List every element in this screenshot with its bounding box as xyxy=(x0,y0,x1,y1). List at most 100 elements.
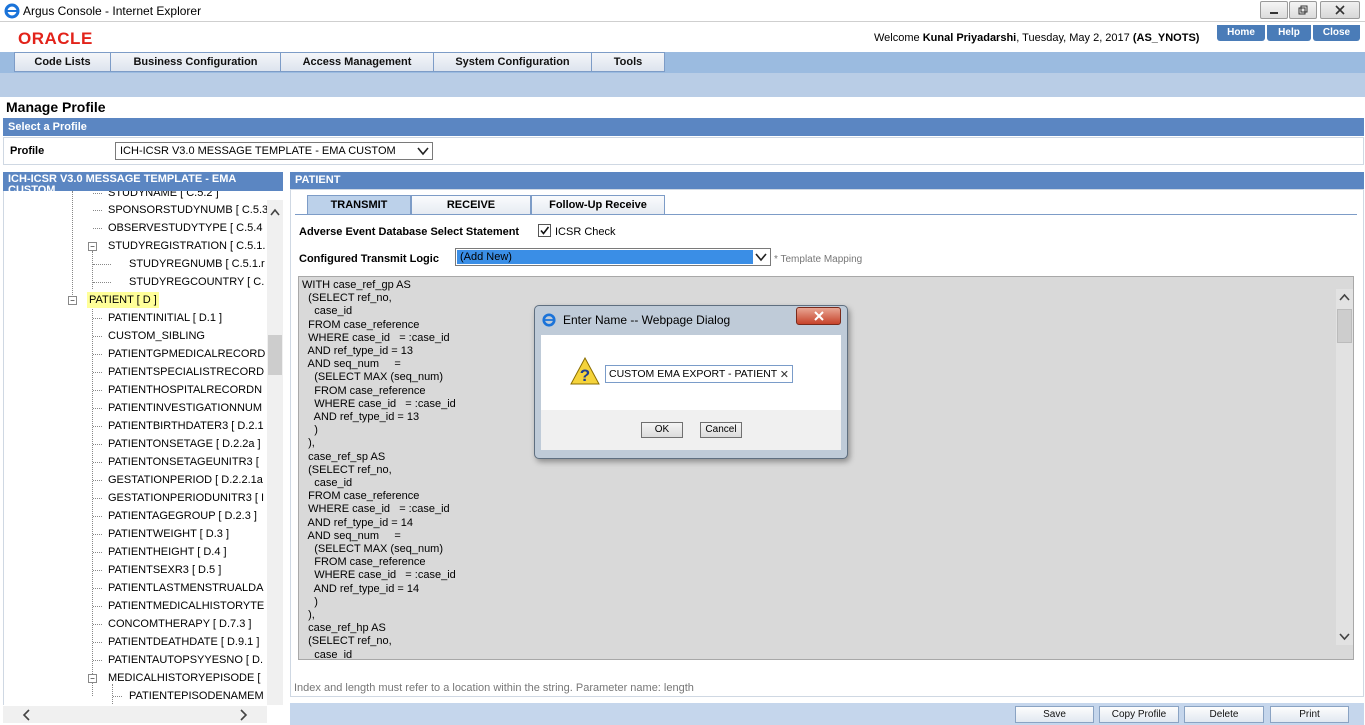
close-icon xyxy=(1335,5,1345,15)
save-button[interactable]: Save xyxy=(1015,706,1094,723)
scroll-left-icon[interactable] xyxy=(21,709,31,721)
tree-node[interactable]: GESTATIONPERIODUNITR3 [ I xyxy=(93,490,266,506)
tree-node[interactable]: PATIENTLASTMENSTRUALDA xyxy=(93,580,265,596)
ae-select-statement-label: Adverse Event Database Select Statement xyxy=(299,226,520,238)
collapse-icon[interactable]: − xyxy=(88,242,97,251)
welcome-date: , Tuesday, May 2, 2017 xyxy=(1016,32,1133,44)
restore-button[interactable] xyxy=(1289,1,1317,19)
collapse-icon[interactable]: − xyxy=(88,674,97,683)
internet-explorer-icon xyxy=(542,313,556,327)
print-button[interactable]: Print xyxy=(1270,706,1349,723)
tree-node[interactable]: PATIENTHEIGHT [ D.4 ] xyxy=(93,544,229,560)
scroll-up-icon[interactable] xyxy=(270,208,280,216)
tree-node[interactable]: GESTATIONPERIOD [ D.2.2.1a xyxy=(93,472,265,488)
scroll-up-icon[interactable] xyxy=(1339,293,1350,301)
window-close-button[interactable] xyxy=(1320,1,1360,19)
checkmark-icon xyxy=(540,226,550,235)
menu-system-configuration[interactable]: System Configuration xyxy=(433,52,592,72)
tree-node-selected[interactable]: − PATIENT [ D ] xyxy=(68,292,159,308)
tree-node[interactable]: OBSERVESTUDYTYPE [ C.5.4 xyxy=(93,220,264,236)
tree-node[interactable]: − STUDYREGISTRATION [ C.5.1. xyxy=(88,238,267,254)
sql-line: FROM case_reference xyxy=(302,490,420,503)
cancel-button[interactable]: Cancel xyxy=(700,422,742,438)
tree-node[interactable]: STUDYREGNUMB [ C.5.1.r xyxy=(93,256,267,272)
menu-business-configuration[interactable]: Business Configuration xyxy=(110,52,281,72)
tree-node[interactable]: PATIENTHOSPITALRECORDN xyxy=(93,382,264,398)
sql-line: (SELECT MAX (seq_num) xyxy=(302,371,444,384)
profile-select-value: ICH-ICSR V3.0 MESSAGE TEMPLATE - EMA CUS… xyxy=(120,145,396,157)
sub-menu-bar xyxy=(0,73,1365,97)
tree-node[interactable]: STUDYREGCOUNTRY [ C. xyxy=(93,274,266,290)
welcome-text: Welcome Kunal Priyadarshi, Tuesday, May … xyxy=(874,32,1199,44)
ok-button[interactable]: OK xyxy=(641,422,683,438)
sql-line: case_id xyxy=(302,477,353,490)
menu-tools[interactable]: Tools xyxy=(591,52,665,72)
sql-line: WHERE case_id = :case_id xyxy=(302,503,450,516)
close-icon xyxy=(813,311,824,321)
tree-node[interactable]: PATIENTINVESTIGATIONNUM xyxy=(93,400,264,416)
sql-line: ) xyxy=(302,595,318,608)
sql-line: ), xyxy=(302,609,315,622)
scroll-thumb[interactable] xyxy=(1337,309,1352,343)
close-link[interactable]: Close xyxy=(1313,25,1360,41)
tree-node[interactable]: PATIENTWEIGHT [ D.3 ] xyxy=(93,526,231,542)
menu-access-management[interactable]: Access Management xyxy=(280,52,434,72)
tab-follow-up-receive[interactable]: Follow-Up Receive xyxy=(531,195,665,215)
welcome-prefix: Welcome xyxy=(874,32,923,44)
tree-node[interactable]: STUDYNAME [ C.5.2 ] xyxy=(93,191,221,201)
tree-node[interactable]: PATIENTBIRTHDATER3 [ D.2.1 xyxy=(93,418,266,434)
tree-node[interactable]: − MEDICALHISTORYEPISODE [ xyxy=(88,670,262,686)
tree-node[interactable]: CONCOMTHERAPY [ D.7.3 ] xyxy=(93,616,253,632)
scroll-thumb[interactable] xyxy=(268,335,282,375)
tree-node[interactable]: SPONSORSTUDYNUMB [ C.5.3 xyxy=(93,202,267,218)
tree-node[interactable]: PATIENTEPISODENAMEM xyxy=(113,688,266,704)
tree-vertical-scrollbar[interactable] xyxy=(267,200,283,705)
tree-guide-line xyxy=(72,191,73,301)
tree-guide-line xyxy=(92,251,93,289)
collapse-icon[interactable]: − xyxy=(68,296,77,305)
tab-receive[interactable]: RECEIVE xyxy=(411,195,531,215)
sql-line: WHERE case_id = :case_id xyxy=(302,397,456,410)
sql-line: (SELECT ref_no, xyxy=(302,463,392,476)
tree-node[interactable]: PATIENTSEXR3 [ D.5 ] xyxy=(93,562,223,578)
delete-button[interactable]: Delete xyxy=(1184,706,1264,723)
tree-horizontal-scrollbar[interactable] xyxy=(3,706,267,723)
sql-line: WITH case_ref_gp AS xyxy=(302,279,411,291)
profile-select[interactable]: ICH-ICSR V3.0 MESSAGE TEMPLATE - EMA CUS… xyxy=(115,142,433,160)
template-mapping-note: * Template Mapping xyxy=(774,254,863,265)
icsr-check-label: ICSR Check xyxy=(555,226,616,238)
icsr-check-checkbox[interactable] xyxy=(538,224,551,237)
tree-node[interactable]: PATIENTAUTOPSYYESNO [ D. xyxy=(93,652,265,668)
tree-node[interactable]: PATIENTONSETAGE [ D.2.2a ] xyxy=(93,436,263,452)
enterprise-name: (AS_YNOTS) xyxy=(1132,32,1200,44)
menu-code-lists[interactable]: Code Lists xyxy=(14,52,111,72)
tree-node[interactable]: PATIENTMEDICALHISTORYTE xyxy=(93,598,266,614)
sql-line: (SELECT ref_no, xyxy=(302,635,392,648)
transmit-logic-select[interactable]: (Add New) xyxy=(455,248,771,266)
chevron-down-icon xyxy=(755,253,767,262)
minimize-button[interactable] xyxy=(1260,1,1288,19)
tree-node[interactable]: PATIENTDEATHDATE [ D.9.1 ] xyxy=(93,634,261,650)
enter-name-dialog: Enter Name -- Webpage Dialog ? CUSTOM EM… xyxy=(534,305,848,459)
tree-node[interactable]: CUSTOM_SIBLING xyxy=(93,328,207,344)
warning-question-icon: ? xyxy=(570,357,600,385)
sql-line: (SELECT MAX (seq_num) xyxy=(302,543,444,556)
tree-node[interactable]: PATIENTINITIAL [ D.1 ] xyxy=(93,310,224,326)
tree-node[interactable]: PATIENTGPMEDICALRECORD xyxy=(93,346,267,362)
copy-profile-button[interactable]: Copy Profile xyxy=(1099,706,1179,723)
scroll-down-icon[interactable] xyxy=(1339,633,1350,641)
clear-icon[interactable]: ✕ xyxy=(780,368,789,381)
sql-line: WHERE case_id = :case_id xyxy=(302,569,456,582)
sql-vertical-scrollbar[interactable] xyxy=(1336,289,1353,645)
home-link[interactable]: Home xyxy=(1217,25,1265,41)
dialog-close-button[interactable] xyxy=(796,307,841,325)
sql-line: (SELECT ref_no, xyxy=(302,292,392,305)
dialog-title: Enter Name -- Webpage Dialog xyxy=(563,313,731,327)
help-link[interactable]: Help xyxy=(1267,25,1311,41)
tab-transmit[interactable]: TRANSMIT xyxy=(307,195,411,215)
scroll-right-icon[interactable] xyxy=(239,709,249,721)
tree-node[interactable]: PATIENTAGEGROUP [ D.2.3 ] xyxy=(93,508,259,524)
tree-node[interactable]: PATIENTSPECIALISTRECORD xyxy=(93,364,266,380)
tree-node[interactable]: PATIENTONSETAGEUNITR3 [ xyxy=(93,454,261,470)
name-input[interactable]: CUSTOM EMA EXPORT - PATIENT ✕ xyxy=(605,365,793,383)
